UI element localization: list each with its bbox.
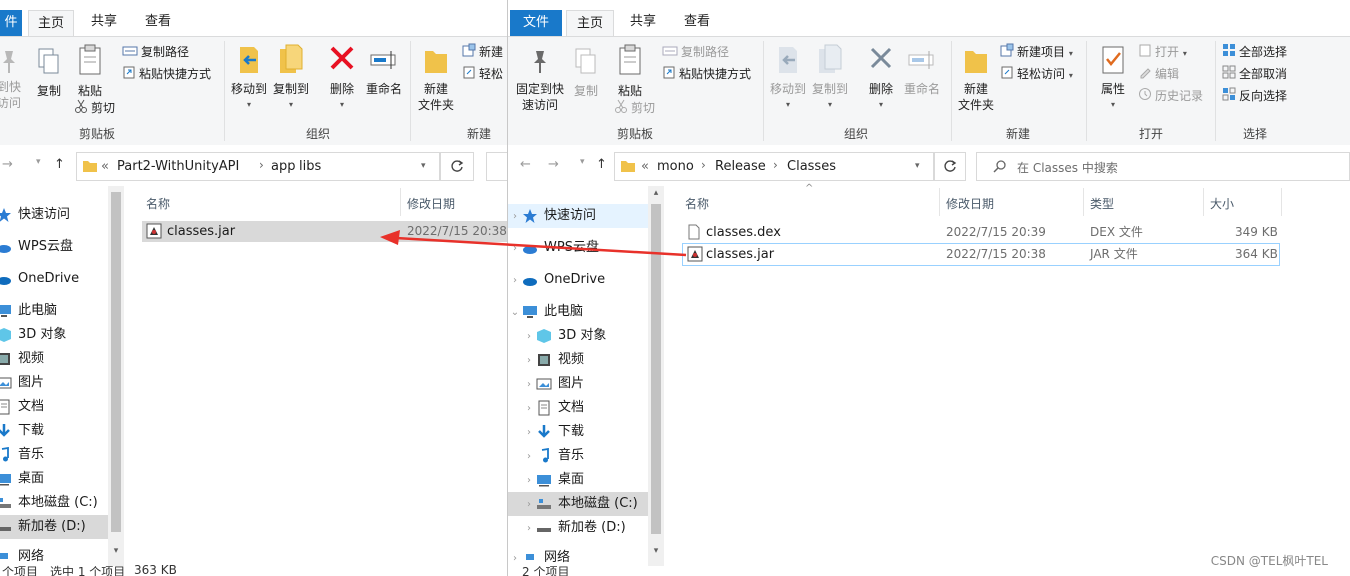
watermark: CSDN @TEL枫叶TEL [1210,554,1328,568]
arrow-line [395,236,687,257]
arrow-head [380,230,400,245]
drag-arrow-annotation [380,230,687,257]
